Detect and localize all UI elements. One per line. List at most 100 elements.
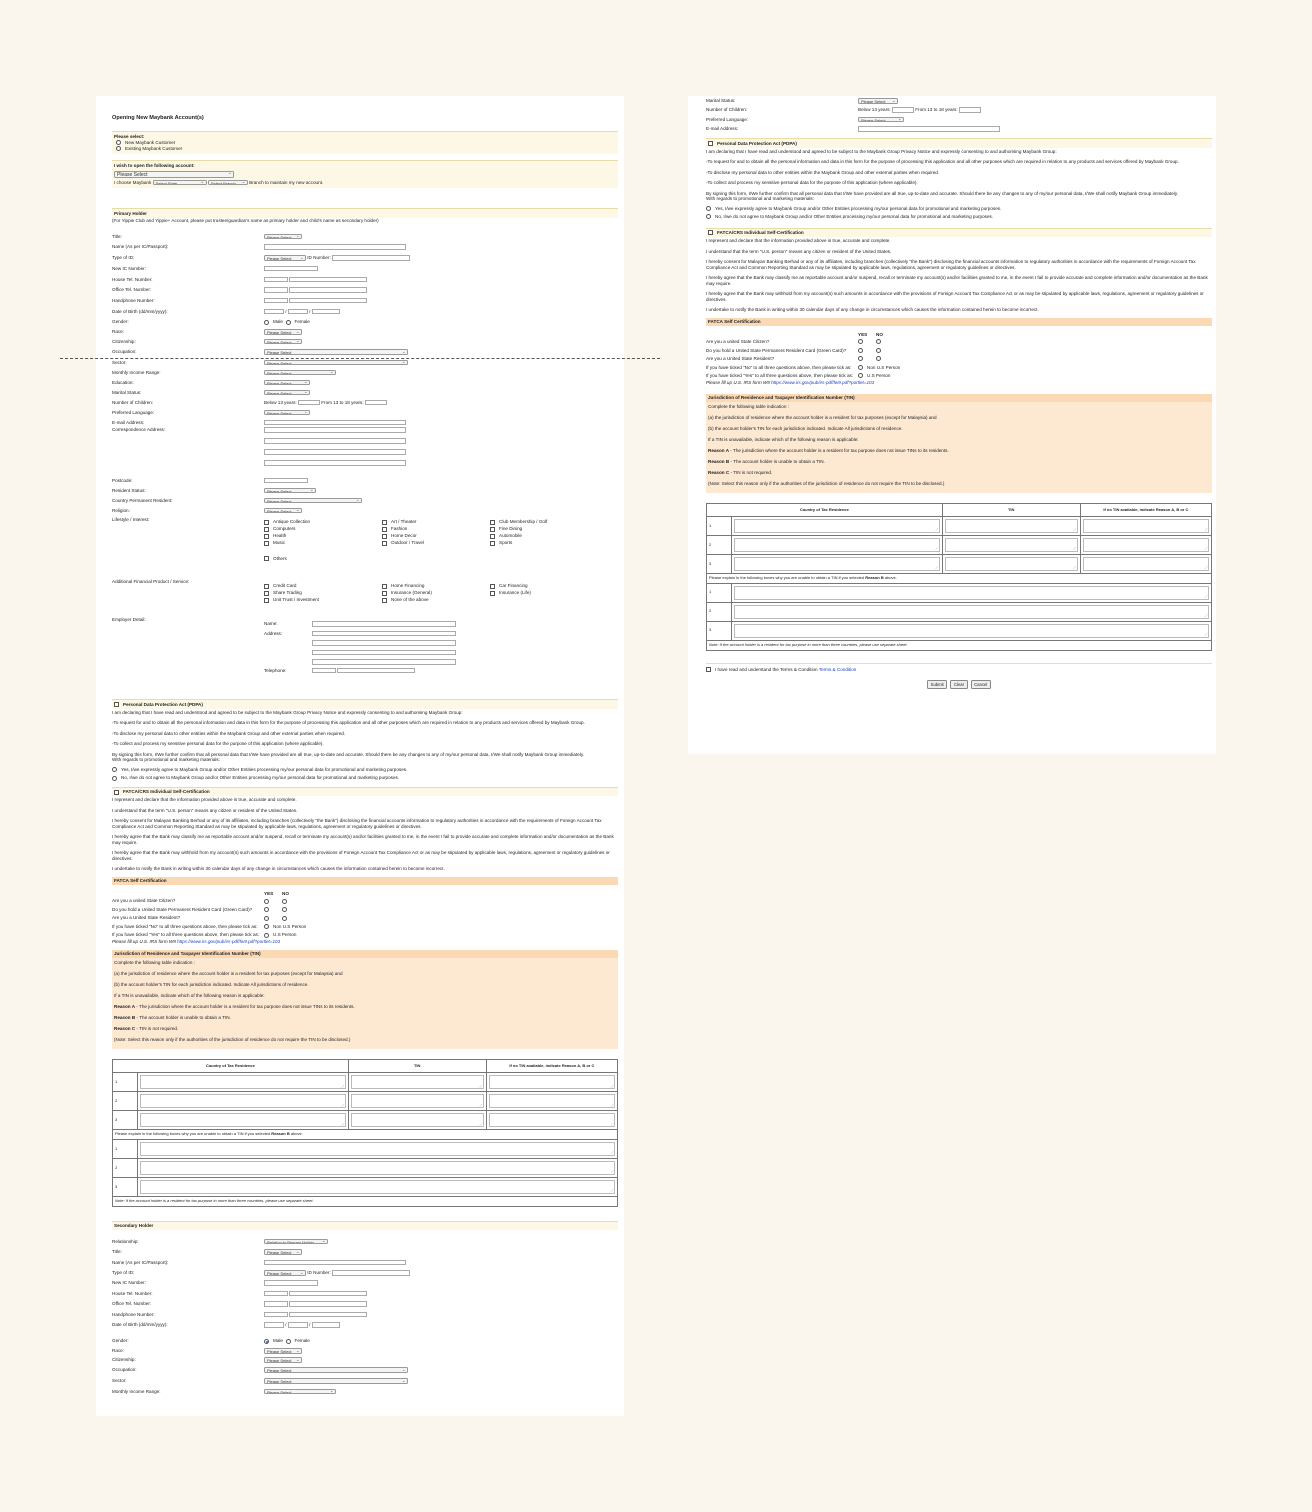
account-type-select[interactable]: Please Select bbox=[114, 170, 234, 178]
employer-address-4[interactable] bbox=[312, 659, 456, 665]
employer-address-1[interactable] bbox=[312, 630, 456, 637]
state-select[interactable]: Select State bbox=[152, 179, 207, 186]
clear-button[interactable]: Clear bbox=[950, 680, 968, 689]
q1-no-radio[interactable] bbox=[282, 898, 287, 904]
tin-textarea[interactable] bbox=[350, 1075, 484, 1090]
product-checkbox[interactable] bbox=[264, 597, 269, 603]
address-line-2[interactable] bbox=[264, 438, 406, 444]
citizenship-select[interactable]: Please Select bbox=[264, 338, 302, 345]
p2-email-input[interactable] bbox=[858, 126, 1000, 132]
lifestyle-checkbox[interactable] bbox=[490, 533, 495, 539]
others-checkbox[interactable] bbox=[264, 556, 269, 562]
lifestyle-checkbox[interactable] bbox=[490, 540, 495, 546]
p2-language-select[interactable]: Please Select bbox=[858, 116, 904, 123]
occupation-select[interactable]: Please Select bbox=[264, 349, 408, 355]
sec-house-tel-input[interactable] bbox=[289, 1290, 368, 1297]
product-checkbox[interactable] bbox=[382, 597, 387, 603]
p2-q2-yes-radio[interactable] bbox=[858, 347, 863, 353]
sec-office-tel-input[interactable] bbox=[289, 1301, 368, 1307]
p2-q1-no-radio[interactable] bbox=[876, 339, 881, 345]
lifestyle-checkbox[interactable] bbox=[264, 526, 269, 532]
sec-handphone-input[interactable] bbox=[289, 1311, 368, 1318]
sec-dob-month[interactable] bbox=[287, 1322, 308, 1328]
lifestyle-checkbox[interactable] bbox=[382, 519, 387, 525]
q2-no-radio[interactable] bbox=[282, 907, 287, 913]
sec-office-tel-prefix[interactable] bbox=[264, 1301, 288, 1307]
q1-yes-radio[interactable] bbox=[264, 898, 269, 904]
employer-address-2[interactable] bbox=[312, 640, 456, 646]
employer-tel-prefix[interactable] bbox=[312, 667, 336, 674]
p2-marital-select[interactable]: Please Select bbox=[858, 98, 898, 104]
handphone-prefix-input[interactable] bbox=[264, 297, 288, 304]
id-number-input[interactable] bbox=[332, 255, 411, 261]
reason-textarea[interactable] bbox=[1082, 538, 1209, 552]
tin-textarea[interactable] bbox=[350, 1113, 484, 1128]
below13-input[interactable] bbox=[297, 399, 320, 406]
female-radio[interactable] bbox=[285, 319, 291, 325]
terms-checkbox[interactable] bbox=[706, 666, 711, 672]
new-customer-radio[interactable] bbox=[116, 140, 121, 146]
dob-year-input[interactable] bbox=[311, 308, 340, 315]
product-checkbox[interactable] bbox=[264, 590, 269, 596]
sec-female-radio[interactable] bbox=[285, 1338, 291, 1344]
lifestyle-checkbox[interactable] bbox=[264, 540, 269, 546]
country-textarea[interactable] bbox=[734, 519, 940, 533]
address-line-4[interactable] bbox=[264, 460, 406, 466]
country-textarea[interactable] bbox=[140, 1094, 346, 1109]
sec-type-id-select[interactable]: Please Select bbox=[264, 1270, 306, 1276]
reason-textarea[interactable] bbox=[488, 1094, 615, 1109]
product-checkbox[interactable] bbox=[382, 583, 387, 589]
pdpa-no-radio[interactable] bbox=[112, 775, 117, 781]
tin-textarea[interactable] bbox=[944, 557, 1078, 571]
p2-pdpa-yes-radio[interactable] bbox=[706, 205, 711, 211]
lifestyle-checkbox[interactable] bbox=[490, 526, 495, 532]
title-select[interactable]: Please Select bbox=[264, 233, 302, 240]
q3-yes-radio[interactable] bbox=[264, 915, 269, 921]
house-tel-prefix-input[interactable] bbox=[264, 276, 288, 283]
lifestyle-checkbox[interactable] bbox=[264, 519, 269, 525]
tin-textarea[interactable] bbox=[944, 538, 1078, 552]
lifestyle-checkbox[interactable] bbox=[490, 519, 495, 525]
country-textarea[interactable] bbox=[734, 538, 940, 552]
tin-textarea[interactable] bbox=[944, 519, 1078, 533]
type-id-select[interactable]: Please Select bbox=[264, 255, 306, 261]
relationship-select[interactable]: Relation to Primary Holder bbox=[264, 1238, 328, 1245]
p2-from13-input[interactable] bbox=[958, 107, 981, 113]
male-radio[interactable] bbox=[264, 319, 269, 325]
sec-name-input[interactable] bbox=[264, 1259, 406, 1266]
name-input[interactable] bbox=[264, 244, 406, 250]
sec-handphone-prefix[interactable] bbox=[264, 1311, 288, 1318]
p2-pdpa-no-radio[interactable] bbox=[706, 214, 711, 220]
explain-textarea[interactable] bbox=[140, 1180, 615, 1195]
branch-select[interactable]: Select Branch bbox=[207, 179, 248, 186]
p2-q3-yes-radio[interactable] bbox=[858, 356, 863, 362]
reason-textarea[interactable] bbox=[1082, 557, 1209, 571]
sec-sector-select[interactable]: Please Select bbox=[264, 1378, 408, 1384]
country-textarea[interactable] bbox=[140, 1075, 346, 1090]
pdpa-yes-radio[interactable] bbox=[112, 767, 117, 773]
race-select[interactable]: Please Select bbox=[264, 329, 302, 335]
sec-occupation-select[interactable]: Please Select bbox=[264, 1367, 408, 1373]
us-person-radio[interactable] bbox=[264, 932, 269, 938]
explain-textarea[interactable] bbox=[140, 1161, 615, 1176]
reason-textarea[interactable] bbox=[488, 1113, 615, 1128]
country-textarea[interactable] bbox=[140, 1113, 346, 1128]
explain-textarea[interactable] bbox=[140, 1142, 615, 1157]
non-us-radio[interactable] bbox=[264, 924, 269, 930]
resident-select[interactable]: Please Select bbox=[264, 487, 316, 494]
q3-no-radio[interactable] bbox=[282, 915, 287, 921]
w9-link[interactable]: https://www.irs.gov/pub/irs-pdf/fw9.pdf?… bbox=[177, 939, 280, 944]
existing-customer-radio[interactable] bbox=[116, 145, 121, 151]
reason-textarea[interactable] bbox=[488, 1075, 615, 1090]
from13-input[interactable] bbox=[364, 399, 387, 406]
employer-address-3[interactable] bbox=[312, 649, 456, 656]
address-line-1[interactable] bbox=[264, 427, 406, 433]
sec-citizenship-select[interactable]: Please Select bbox=[264, 1357, 302, 1363]
handphone-input[interactable] bbox=[289, 297, 368, 304]
cancel-button[interactable]: Cancel bbox=[970, 680, 991, 689]
p2-pdpa-checkbox[interactable] bbox=[708, 140, 713, 146]
p2-q1-yes-radio[interactable] bbox=[858, 339, 863, 345]
explain-textarea[interactable] bbox=[734, 623, 1209, 638]
education-select[interactable]: Please Select bbox=[264, 379, 310, 386]
employer-name-input[interactable] bbox=[312, 621, 456, 627]
